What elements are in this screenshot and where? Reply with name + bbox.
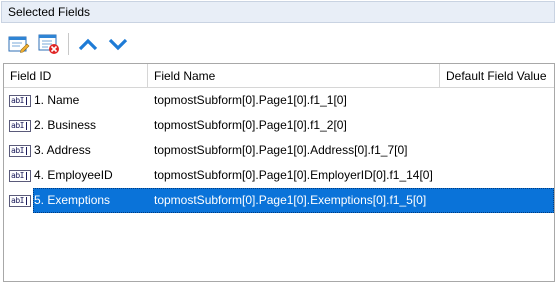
chevron-up-icon	[78, 38, 98, 51]
toolbar-separator	[68, 33, 69, 55]
table-row-selected[interactable]: abI 5. Exemptions topmostSubform[0].Page…	[4, 188, 554, 213]
default-field-value	[440, 113, 554, 138]
grid-header: Field ID Field Name Default Field Value	[4, 64, 554, 88]
text-field-icon: abI	[9, 144, 31, 157]
text-field-icon: abI	[9, 194, 31, 207]
field-id: 2. Business	[34, 118, 97, 132]
column-header-field-id[interactable]: Field ID	[4, 64, 148, 88]
table-row[interactable]: abI 1. Name topmostSubform[0].Page1[0].f…	[4, 88, 554, 113]
field-name: topmostSubform[0].Page1[0].EmployerID[0]…	[154, 168, 433, 182]
field-id: 5. Exemptions	[34, 193, 111, 207]
default-field-value	[440, 138, 554, 163]
remove-field-button[interactable]	[36, 31, 62, 57]
edit-form-icon	[8, 36, 30, 53]
remove-form-icon	[38, 34, 59, 54]
field-id: 4. EmployeeID	[34, 168, 113, 182]
default-field-value	[440, 188, 554, 213]
text-field-icon: abI	[9, 119, 31, 132]
field-id: 3. Address	[34, 143, 91, 157]
move-up-button[interactable]	[75, 31, 101, 57]
selected-fields-panel: Selected Fields Field ID Field Name Defa…	[0, 0, 558, 284]
column-header-default-value[interactable]: Default Field Value	[440, 64, 554, 88]
toolbar	[6, 30, 135, 58]
column-header-field-name[interactable]: Field Name	[148, 64, 440, 88]
table-row[interactable]: abI 4. EmployeeID topmostSubform[0].Page…	[4, 163, 554, 188]
default-field-value	[440, 163, 554, 188]
text-field-icon: abI	[9, 94, 31, 107]
text-field-icon: abI	[9, 169, 31, 182]
default-field-value	[440, 88, 554, 113]
field-name: topmostSubform[0].Page1[0].f1_1[0]	[154, 93, 347, 107]
panel-title: Selected Fields	[8, 5, 91, 19]
table-row[interactable]: abI 2. Business topmostSubform[0].Page1[…	[4, 113, 554, 138]
move-down-button[interactable]	[105, 31, 131, 57]
table-row[interactable]: abI 3. Address topmostSubform[0].Page1[0…	[4, 138, 554, 163]
panel-header: Selected Fields	[1, 1, 555, 23]
fields-grid[interactable]: Field ID Field Name Default Field Value …	[3, 63, 555, 282]
field-name: topmostSubform[0].Page1[0].Address[0].f1…	[154, 143, 408, 157]
edit-field-button[interactable]	[6, 31, 32, 57]
field-name: topmostSubform[0].Page1[0].Exemptions[0]…	[154, 193, 427, 207]
chevron-down-icon	[108, 38, 128, 51]
grid-rows: abI 1. Name topmostSubform[0].Page1[0].f…	[4, 88, 554, 213]
field-id: 1. Name	[34, 93, 80, 107]
field-name: topmostSubform[0].Page1[0].f1_2[0]	[154, 118, 347, 132]
